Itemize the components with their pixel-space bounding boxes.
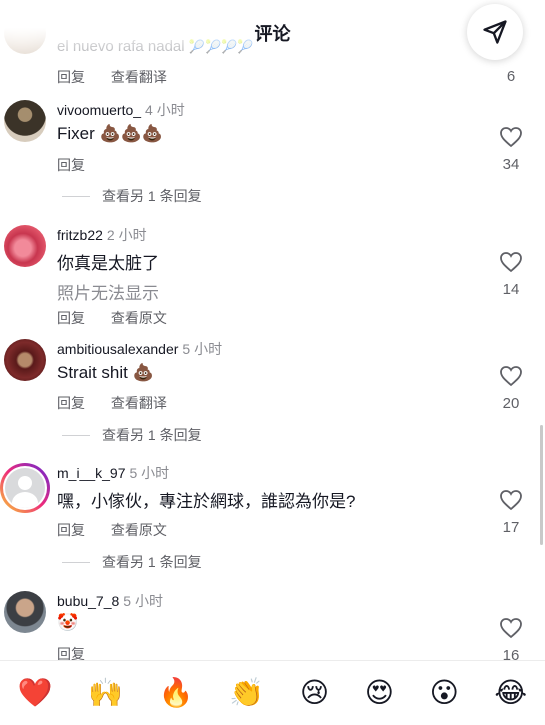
- photo-unavailable-text: 照片无法显示: [57, 284, 159, 303]
- share-button[interactable]: [467, 4, 523, 60]
- heart-icon: [500, 490, 522, 511]
- translate-button[interactable]: 查看翻译: [111, 395, 167, 411]
- default-avatar-icon: [5, 468, 45, 508]
- page-title: 评论: [254, 24, 291, 44]
- like-button[interactable]: 34: [491, 126, 531, 173]
- reply-button[interactable]: 回复: [57, 157, 85, 173]
- reply-button[interactable]: 回复: [57, 310, 85, 326]
- like-button[interactable]: 17: [491, 489, 531, 536]
- view-more-replies[interactable]: 查看另 1 条回复: [62, 552, 202, 572]
- avatar[interactable]: [4, 225, 46, 267]
- comment-text: 嘿，小傢伙，專注於網球，誰認為你是?: [57, 492, 356, 511]
- comment-author[interactable]: vivoomuerto_ 4 小时: [57, 100, 185, 120]
- heart-icon: [500, 366, 522, 387]
- avatar[interactable]: [4, 100, 46, 142]
- view-more-replies[interactable]: 查看另 1 条回复: [62, 425, 202, 445]
- like-count: 6: [506, 68, 516, 85]
- laughing-tears-emoji-button[interactable]: 😂: [494, 679, 527, 707]
- comment-text: Strait shit 💩: [57, 363, 154, 382]
- like-button[interactable]: 20: [491, 365, 531, 412]
- heart-eyes-emoji-button[interactable]: 😍: [365, 679, 394, 707]
- like-count: 20: [502, 395, 520, 412]
- avatar-ring[interactable]: [0, 463, 50, 513]
- comment-actions: 回复 查看原文: [57, 308, 189, 328]
- quick-emoji-bar: ❤️ 🙌 🔥 👏 😢 😍 😮 😂: [0, 660, 545, 725]
- crying-face-emoji-button[interactable]: 😢: [300, 679, 329, 707]
- see-original-button[interactable]: 查看原文: [111, 310, 167, 326]
- like-count: 17: [502, 519, 520, 536]
- comment-author[interactable]: bubu_7_8 5 小时: [57, 591, 163, 611]
- fire-emoji-button[interactable]: 🔥: [159, 679, 194, 707]
- comment-text: 你真是太脏了: [57, 254, 159, 273]
- like-button[interactable]: 16: [491, 617, 531, 664]
- reply-button[interactable]: 回复: [57, 395, 85, 411]
- raising-hands-emoji-button[interactable]: 🙌: [88, 679, 123, 707]
- reply-button[interactable]: 回复: [57, 522, 85, 538]
- comment-actions: 回复 查看翻译: [57, 393, 189, 413]
- heart-icon: [500, 618, 522, 639]
- avatar[interactable]: [4, 339, 46, 381]
- heart-icon: [500, 252, 522, 273]
- red-heart-emoji-button[interactable]: ❤️: [18, 679, 53, 707]
- translate-button[interactable]: 查看翻译: [111, 69, 167, 85]
- comment-author[interactable]: ambitiousalexander 5 小时: [57, 339, 222, 359]
- comment-author[interactable]: m_i__k_97 5 小时: [57, 463, 169, 483]
- comment-author[interactable]: fritzb22 2 小时: [57, 225, 147, 245]
- clapping-hands-emoji-button[interactable]: 👏: [229, 679, 264, 707]
- comment-actions: 回复 查看翻译: [57, 67, 189, 87]
- like-count: 14: [502, 281, 520, 298]
- see-original-button[interactable]: 查看原文: [111, 522, 167, 538]
- avatar[interactable]: [4, 591, 46, 633]
- reply-button[interactable]: 回复: [57, 69, 85, 85]
- send-icon: [483, 20, 507, 44]
- like-button[interactable]: 14: [491, 251, 531, 298]
- heart-icon: [500, 127, 522, 148]
- comment-text: Fixer 💩💩💩: [57, 124, 164, 143]
- comment-actions: 回复 查看原文: [57, 520, 189, 540]
- like-count: 34: [502, 156, 520, 173]
- comment-actions: 回复: [57, 155, 107, 175]
- comment-text: 🤡: [57, 613, 79, 632]
- like-button[interactable]: 6: [491, 60, 531, 85]
- scrollbar[interactable]: [540, 425, 543, 545]
- surprised-face-emoji-button[interactable]: 😮: [430, 679, 459, 707]
- view-more-replies[interactable]: 查看另 1 条回复: [62, 186, 202, 206]
